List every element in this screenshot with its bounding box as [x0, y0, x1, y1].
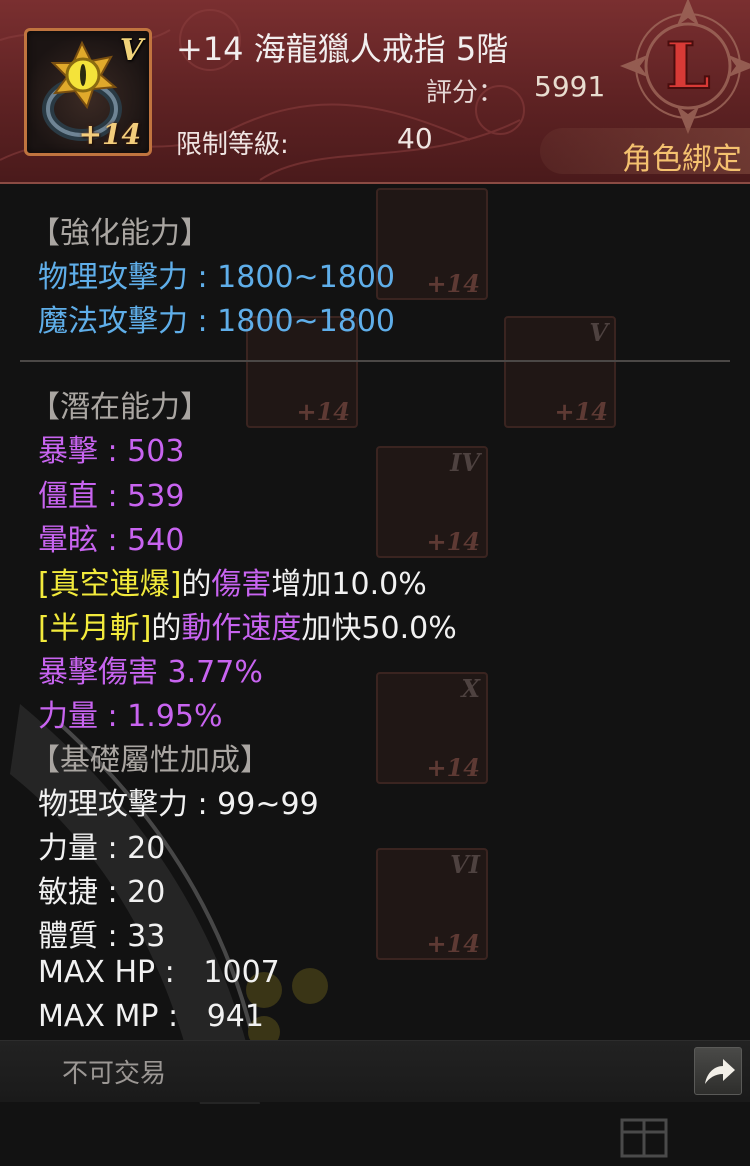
- share-button[interactable]: [694, 1047, 742, 1095]
- item-stats-panel: +14 V +14 +14 IV +14 X +14 VI +14 【強化能力】…: [0, 184, 750, 1158]
- skill-bonus-line: [真空連爆]的傷害增加10.0%: [38, 559, 427, 603]
- bind-status-label: 角色綁定: [622, 142, 742, 177]
- base-stat-line: 敏捷 : 20: [38, 875, 166, 910]
- share-arrow-icon: [705, 1059, 735, 1084]
- trade-status-label: 不可交易: [62, 1059, 167, 1089]
- potential-stat-line: 力量 : 1.95%: [38, 699, 223, 734]
- item-name: +14 海龍獵人戒指 5階: [176, 30, 509, 68]
- potential-stat-line: 暴擊傷害 3.77%: [38, 655, 263, 690]
- skill-attribute: 動作速度: [181, 611, 302, 646]
- skill-bonus-line: [半月斬]的動作速度加快50.0%: [38, 603, 457, 647]
- background-item-slot: IV +14: [376, 446, 488, 558]
- base-section-title: 【基礎屬性加成】: [30, 743, 270, 778]
- section-divider: [20, 360, 730, 362]
- base-stat-line: MAX MP : 941: [38, 999, 264, 1034]
- score-value: 5991: [534, 70, 606, 103]
- score-label: 評分：: [426, 78, 505, 108]
- skill-connector: 的: [181, 567, 212, 602]
- skill-effect: 加快50.0%: [301, 611, 457, 646]
- skill-connector: 的: [151, 611, 182, 646]
- level-requirement-value: 40: [397, 122, 433, 155]
- enhance-stat-line: 物理攻擊力 : 1800~1800: [38, 260, 396, 295]
- item-icon-frame[interactable]: V +14: [24, 28, 152, 156]
- potential-stat-line: 暴擊 : 503: [38, 434, 185, 469]
- potential-stat-line: 暈眩 : 540: [38, 523, 185, 558]
- item-tier-label: V: [119, 33, 143, 68]
- enhance-stat-line: 魔法攻擊力 : 1800~1800: [38, 304, 396, 339]
- base-stat-line: 物理攻擊力 : 99~99: [38, 787, 319, 822]
- item-enhance-label: +14: [78, 118, 141, 151]
- base-stat-line: 力量 : 20: [38, 831, 166, 866]
- base-stat-line: 體質 : 33: [38, 919, 166, 954]
- skill-name: [真空連爆]: [38, 567, 182, 602]
- rarity-letter: L: [666, 29, 711, 104]
- level-requirement-label: 限制等級:: [176, 130, 289, 160]
- tooltip-footer: 不可交易: [0, 1040, 750, 1102]
- potential-stat-line: 僵直 : 539: [38, 479, 185, 514]
- skill-name: [半月斬]: [38, 611, 152, 646]
- skill-effect: 增加10.0%: [271, 567, 427, 602]
- background-chest-icon: [620, 1118, 668, 1158]
- skill-attribute: 傷害: [211, 567, 272, 602]
- rarity-emblem-icon: L: [619, 0, 750, 135]
- background-item-slot: V +14: [504, 316, 616, 428]
- potential-section-title: 【潛在能力】: [30, 390, 210, 425]
- item-tooltip-header: V +14 +14 海龍獵人戒指 5階 評分： 5991 限制等級: 40 L …: [0, 0, 750, 184]
- base-stat-line: MAX HP : 1007: [38, 955, 280, 990]
- enhance-section-title: 【強化能力】: [30, 216, 210, 251]
